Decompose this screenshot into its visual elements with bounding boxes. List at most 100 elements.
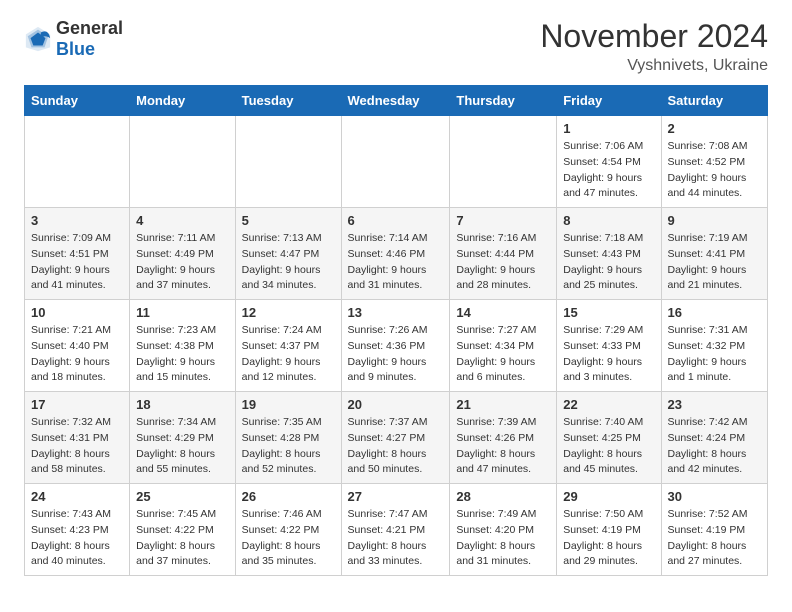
day-number: 30: [668, 489, 762, 504]
col-thursday: Thursday: [450, 86, 557, 116]
calendar-cell: 8 Sunrise: 7:18 AMSunset: 4:43 PMDaylight…: [557, 208, 661, 300]
calendar-cell: 15Sunrise: 7:29 AMSunset: 4:33 PMDayligh…: [557, 300, 661, 392]
day-info: Sunrise: 7:23 AMSunset: 4:38 PMDaylight:…: [136, 323, 228, 386]
col-friday: Friday: [557, 86, 661, 116]
logo-general: General: [56, 18, 123, 38]
day-number: 4: [136, 213, 228, 228]
day-info: Sunrise: 7:43 AMSunset: 4:23 PMDaylight:…: [31, 507, 123, 570]
day-number: 11: [136, 305, 228, 320]
col-sunday: Sunday: [25, 86, 130, 116]
day-info: Sunrise: 7:29 AMSunset: 4:33 PMDaylight:…: [563, 323, 654, 386]
day-number: 19: [242, 397, 335, 412]
day-info: Sunrise: 7:27 AMSunset: 4:34 PMDaylight:…: [456, 323, 550, 386]
logo-blue: Blue: [56, 39, 95, 59]
calendar-week-5: 24 Sunrise: 7:43 AMSunset: 4:23 PMDayligh…: [25, 484, 768, 576]
day-info: Sunrise: 7:31 AMSunset: 4:32 PMDaylight:…: [668, 323, 762, 386]
calendar-cell: [341, 116, 450, 208]
day-number: 29: [563, 489, 654, 504]
calendar-cell: 30 Sunrise: 7:52 AMSunset: 4:19 PMDayligh…: [661, 484, 768, 576]
page-header: General Blue November 2024 Vyshnivets, U…: [0, 0, 792, 85]
day-number: 24: [31, 489, 123, 504]
calendar-cell: 9 Sunrise: 7:19 AMSunset: 4:41 PMDaylight…: [661, 208, 768, 300]
day-number: 26: [242, 489, 335, 504]
header-row: Sunday Monday Tuesday Wednesday Thursday…: [25, 86, 768, 116]
calendar-cell: 26 Sunrise: 7:46 AMSunset: 4:22 PMDayligh…: [235, 484, 341, 576]
day-info: Sunrise: 7:47 AMSunset: 4:21 PMDaylight:…: [348, 507, 444, 570]
calendar-cell: 11 Sunrise: 7:23 AMSunset: 4:38 PMDayligh…: [130, 300, 235, 392]
day-info: Sunrise: 7:35 AMSunset: 4:28 PMDaylight:…: [242, 415, 335, 478]
day-number: 25: [136, 489, 228, 504]
day-number: 14: [456, 305, 550, 320]
col-tuesday: Tuesday: [235, 86, 341, 116]
calendar-cell: [450, 116, 557, 208]
calendar-cell: 20Sunrise: 7:37 AMSunset: 4:27 PMDayligh…: [341, 392, 450, 484]
day-info: Sunrise: 7:40 AMSunset: 4:25 PMDaylight:…: [563, 415, 654, 478]
day-number: 3: [31, 213, 123, 228]
calendar-cell: [130, 116, 235, 208]
day-number: 28: [456, 489, 550, 504]
day-info: Sunrise: 7:42 AMSunset: 4:24 PMDaylight:…: [668, 415, 762, 478]
month-title: November 2024: [540, 18, 768, 55]
day-info: Sunrise: 7:16 AMSunset: 4:44 PMDaylight:…: [456, 231, 550, 294]
calendar-cell: 10 Sunrise: 7:21 AMSunset: 4:40 PMDayligh…: [25, 300, 130, 392]
day-number: 13: [348, 305, 444, 320]
day-info: Sunrise: 7:49 AMSunset: 4:20 PMDaylight:…: [456, 507, 550, 570]
day-info: Sunrise: 7:50 AMSunset: 4:19 PMDaylight:…: [563, 507, 654, 570]
calendar-cell: [25, 116, 130, 208]
day-number: 18: [136, 397, 228, 412]
day-number: 27: [348, 489, 444, 504]
day-number: 5: [242, 213, 335, 228]
day-number: 16: [668, 305, 762, 320]
day-info: Sunrise: 7:18 AMSunset: 4:43 PMDaylight:…: [563, 231, 654, 294]
day-info: Sunrise: 7:46 AMSunset: 4:22 PMDaylight:…: [242, 507, 335, 570]
calendar-cell: 7Sunrise: 7:16 AMSunset: 4:44 PMDaylight…: [450, 208, 557, 300]
col-saturday: Saturday: [661, 86, 768, 116]
day-info: Sunrise: 7:26 AMSunset: 4:36 PMDaylight:…: [348, 323, 444, 386]
logo-icon: [24, 25, 52, 53]
calendar-cell: 16 Sunrise: 7:31 AMSunset: 4:32 PMDayligh…: [661, 300, 768, 392]
day-info: Sunrise: 7:39 AMSunset: 4:26 PMDaylight:…: [456, 415, 550, 478]
calendar-table: Sunday Monday Tuesday Wednesday Thursday…: [24, 85, 768, 576]
day-info: Sunrise: 7:21 AMSunset: 4:40 PMDaylight:…: [31, 323, 123, 386]
calendar-cell: 3Sunrise: 7:09 AMSunset: 4:51 PMDaylight…: [25, 208, 130, 300]
calendar-cell: 28 Sunrise: 7:49 AMSunset: 4:20 PMDayligh…: [450, 484, 557, 576]
day-number: 12: [242, 305, 335, 320]
calendar-cell: [235, 116, 341, 208]
day-info: Sunrise: 7:08 AMSunset: 4:52 PMDaylight:…: [668, 139, 762, 202]
calendar-week-4: 17 Sunrise: 7:32 AMSunset: 4:31 PMDayligh…: [25, 392, 768, 484]
day-info: Sunrise: 7:13 AMSunset: 4:47 PMDaylight:…: [242, 231, 335, 294]
calendar-cell: 13 Sunrise: 7:26 AMSunset: 4:36 PMDayligh…: [341, 300, 450, 392]
calendar-week-3: 10 Sunrise: 7:21 AMSunset: 4:40 PMDayligh…: [25, 300, 768, 392]
day-number: 20: [348, 397, 444, 412]
day-info: Sunrise: 7:14 AMSunset: 4:46 PMDaylight:…: [348, 231, 444, 294]
calendar-week-2: 3Sunrise: 7:09 AMSunset: 4:51 PMDaylight…: [25, 208, 768, 300]
calendar-cell: 21Sunrise: 7:39 AMSunset: 4:26 PMDayligh…: [450, 392, 557, 484]
calendar-cell: 27 Sunrise: 7:47 AMSunset: 4:21 PMDayligh…: [341, 484, 450, 576]
day-number: 9: [668, 213, 762, 228]
day-info: Sunrise: 7:11 AMSunset: 4:49 PMDaylight:…: [136, 231, 228, 294]
calendar-cell: 29 Sunrise: 7:50 AMSunset: 4:19 PMDayligh…: [557, 484, 661, 576]
location: Vyshnivets, Ukraine: [540, 57, 768, 75]
day-number: 17: [31, 397, 123, 412]
calendar-cell: 19 Sunrise: 7:35 AMSunset: 4:28 PMDayligh…: [235, 392, 341, 484]
day-info: Sunrise: 7:52 AMSunset: 4:19 PMDaylight:…: [668, 507, 762, 570]
day-number: 10: [31, 305, 123, 320]
day-number: 1: [563, 121, 654, 136]
calendar-cell: 18 Sunrise: 7:34 AMSunset: 4:29 PMDayligh…: [130, 392, 235, 484]
day-number: 22: [563, 397, 654, 412]
col-wednesday: Wednesday: [341, 86, 450, 116]
day-number: 8: [563, 213, 654, 228]
col-monday: Monday: [130, 86, 235, 116]
title-area: November 2024 Vyshnivets, Ukraine: [540, 18, 768, 75]
day-info: Sunrise: 7:06 AMSunset: 4:54 PMDaylight:…: [563, 139, 654, 202]
calendar-week-1: 1 Sunrise: 7:06 AMSunset: 4:54 PMDaylight…: [25, 116, 768, 208]
calendar-cell: 6Sunrise: 7:14 AMSunset: 4:46 PMDaylight…: [341, 208, 450, 300]
calendar-body: 1 Sunrise: 7:06 AMSunset: 4:54 PMDaylight…: [25, 116, 768, 576]
calendar-cell: 2Sunrise: 7:08 AMSunset: 4:52 PMDaylight…: [661, 116, 768, 208]
day-info: Sunrise: 7:32 AMSunset: 4:31 PMDaylight:…: [31, 415, 123, 478]
calendar-cell: 12Sunrise: 7:24 AMSunset: 4:37 PMDayligh…: [235, 300, 341, 392]
calendar-wrapper: Sunday Monday Tuesday Wednesday Thursday…: [0, 85, 792, 588]
calendar-cell: 25Sunrise: 7:45 AMSunset: 4:22 PMDayligh…: [130, 484, 235, 576]
day-info: Sunrise: 7:19 AMSunset: 4:41 PMDaylight:…: [668, 231, 762, 294]
day-info: Sunrise: 7:34 AMSunset: 4:29 PMDaylight:…: [136, 415, 228, 478]
